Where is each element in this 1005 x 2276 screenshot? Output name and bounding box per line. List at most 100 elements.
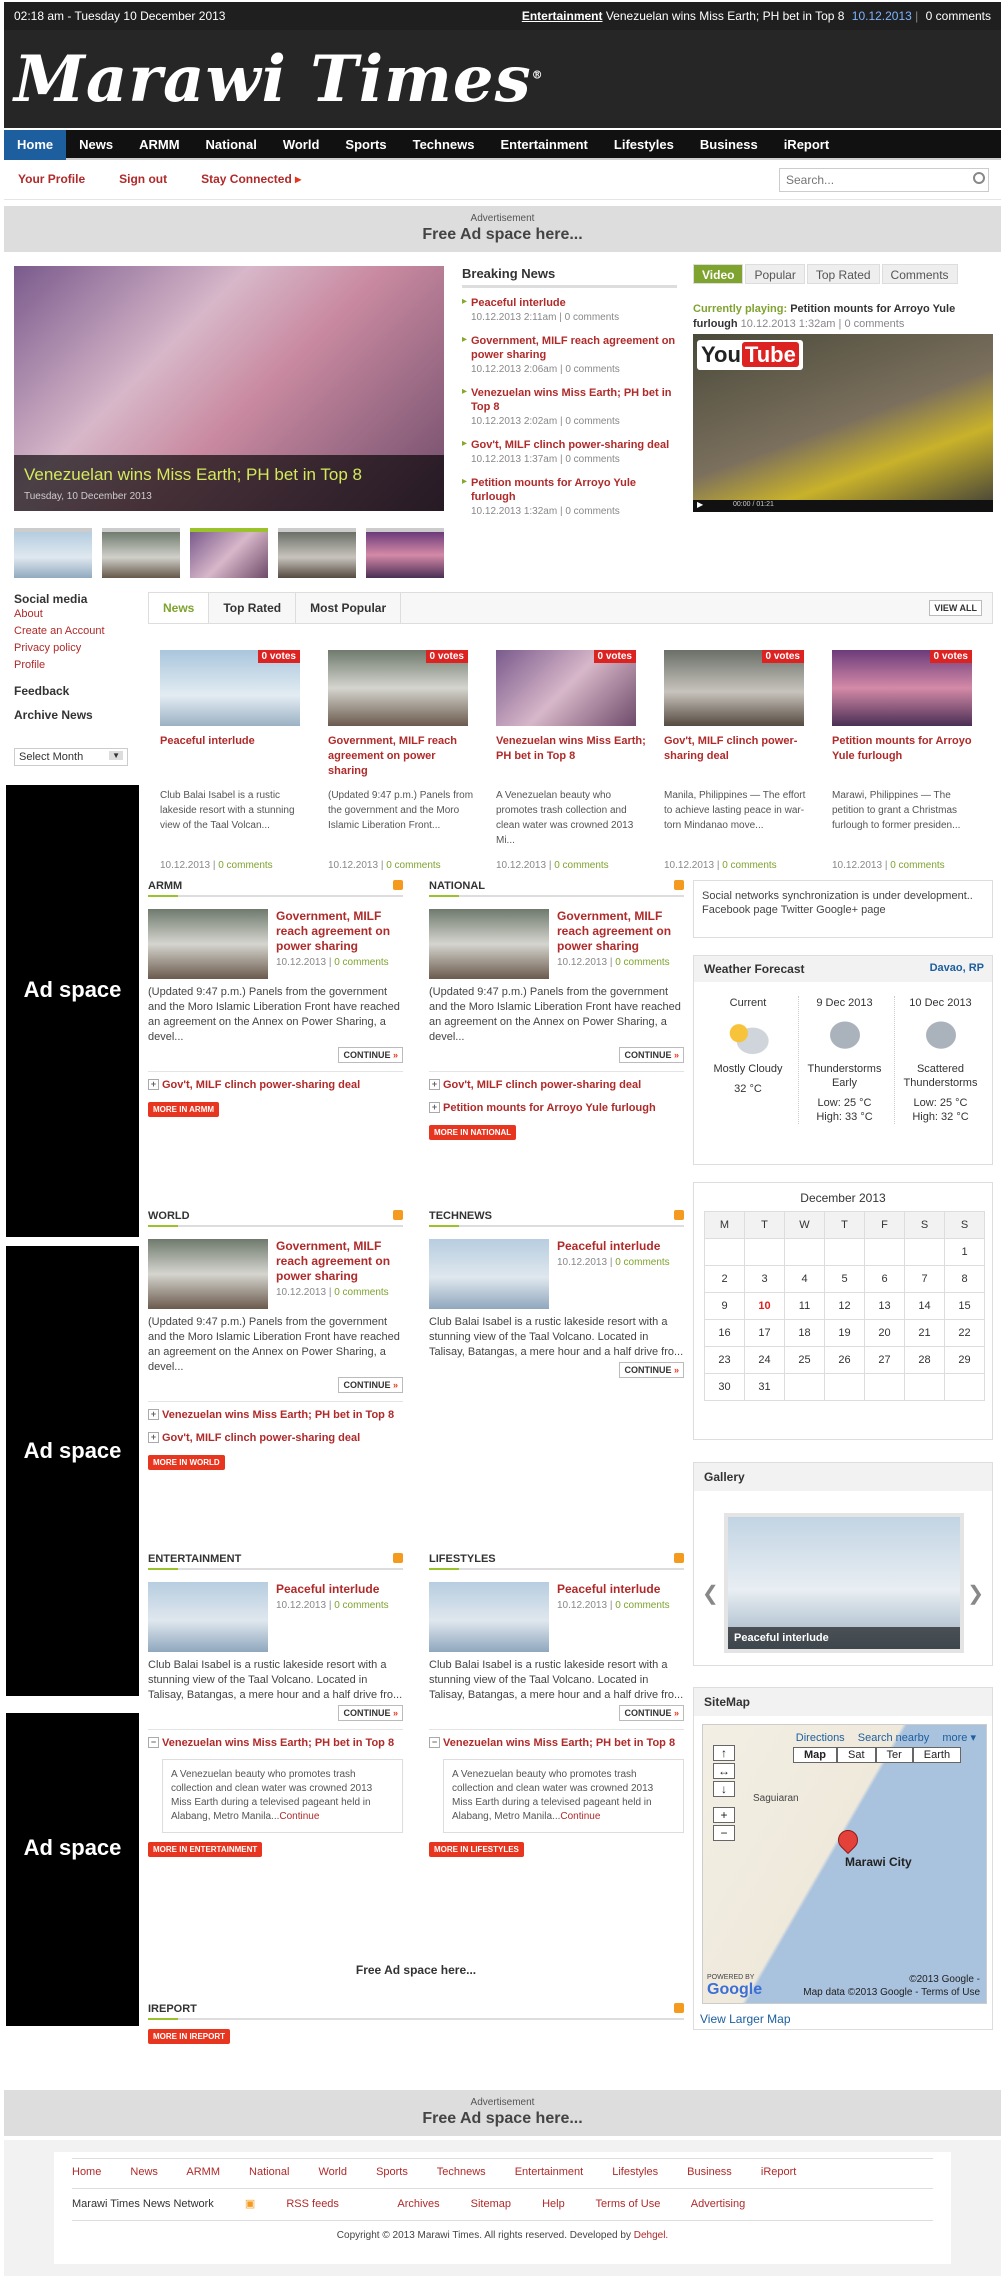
calendar-day[interactable]: 22 bbox=[944, 1319, 985, 1347]
feedback-heading[interactable]: Feedback bbox=[14, 684, 134, 698]
footer-nav-armm[interactable]: ARMM bbox=[186, 2166, 220, 2178]
nav-armm[interactable]: ARMM bbox=[126, 130, 192, 160]
side-ad-block[interactable]: Ad space bbox=[6, 1246, 139, 1696]
calendar-day[interactable]: 13 bbox=[864, 1292, 905, 1320]
sign-out-link[interactable]: Sign out bbox=[119, 172, 167, 186]
map-search-nearby-link[interactable]: Search nearby bbox=[858, 1732, 930, 1744]
story-title[interactable]: Government, MILF reach agreement on powe… bbox=[276, 1239, 403, 1284]
bottom-ad-banner[interactable]: Advertisement Free Ad space here... bbox=[4, 2090, 1001, 2136]
map-copyright-line2[interactable]: Map data ©2013 Google - Terms of Use bbox=[803, 1986, 980, 1999]
footer-nav-business[interactable]: Business bbox=[687, 2166, 732, 2178]
rss-icon[interactable] bbox=[393, 1553, 403, 1563]
section-title[interactable]: WORLD bbox=[148, 1210, 403, 1227]
story-image[interactable] bbox=[148, 909, 268, 979]
breaking-item-title[interactable]: Venezuelan wins Miss Earth; PH bet in To… bbox=[471, 386, 677, 414]
story-comments[interactable]: 0 comments bbox=[615, 1600, 669, 1611]
news-card-comments[interactable]: 0 comments bbox=[890, 860, 944, 871]
related-story-expanded[interactable]: Venezuelan wins Miss Earth; PH bet in To… bbox=[429, 1736, 684, 1751]
section-title[interactable]: ARMM bbox=[148, 880, 403, 897]
more-in-section-button[interactable]: MORE IN IREPORT bbox=[148, 2029, 231, 2044]
news-card-image[interactable]: 0 votes bbox=[328, 650, 468, 726]
calendar-day[interactable]: 29 bbox=[944, 1346, 985, 1374]
map-more-link[interactable]: more ▾ bbox=[942, 1732, 976, 1744]
tab-news[interactable]: News bbox=[149, 593, 210, 623]
footer-nav-national[interactable]: National bbox=[249, 2166, 289, 2178]
calendar-day[interactable]: 18 bbox=[784, 1319, 825, 1347]
news-card-comments[interactable]: 0 comments bbox=[722, 860, 776, 871]
section-title[interactable]: TECHNEWS bbox=[429, 1210, 684, 1227]
nav-lifestyles[interactable]: Lifestyles bbox=[601, 130, 687, 160]
tab-video[interactable]: Video bbox=[693, 264, 744, 284]
nav-business[interactable]: Business bbox=[687, 130, 771, 160]
view-all-button[interactable]: VIEW ALL bbox=[929, 600, 982, 616]
sidebar-link-profile[interactable]: Profile bbox=[14, 657, 134, 674]
breaking-item-title[interactable]: Peaceful interlude bbox=[471, 296, 677, 310]
rss-icon[interactable] bbox=[674, 1553, 684, 1563]
hero-thumb[interactable] bbox=[278, 528, 356, 578]
footer-archives[interactable]: Archives bbox=[397, 2198, 439, 2210]
calendar-day[interactable]: 31 bbox=[744, 1373, 785, 1401]
site-logo[interactable]: Marawi Times® bbox=[14, 42, 544, 117]
continue-button[interactable]: CONTINUE » bbox=[338, 1377, 403, 1393]
news-ticker[interactable]: Entertainment Venezuelan wins Miss Earth… bbox=[522, 9, 991, 23]
hero-thumb-active[interactable] bbox=[190, 528, 268, 578]
section-title[interactable]: NATIONAL bbox=[429, 880, 684, 897]
pan-left-right-icon[interactable]: ↔ bbox=[713, 1763, 735, 1779]
video-player[interactable]: You Tube ▶ 00:00 / 01:21 bbox=[693, 334, 993, 512]
calendar-day[interactable]: 20 bbox=[864, 1319, 905, 1347]
calendar-day[interactable]: 16 bbox=[704, 1319, 745, 1347]
calendar-day[interactable]: 21 bbox=[904, 1319, 945, 1347]
breaking-item-comments[interactable]: 0 comments bbox=[565, 454, 619, 465]
map-directions-link[interactable]: Directions bbox=[796, 1732, 845, 1744]
rss-icon[interactable] bbox=[674, 880, 684, 890]
calendar-day[interactable]: 2 bbox=[704, 1265, 745, 1293]
nav-home[interactable]: Home bbox=[4, 130, 67, 160]
excerpt-continue-link[interactable]: Continue bbox=[279, 1811, 319, 1822]
continue-button[interactable]: CONTINUE » bbox=[619, 1362, 684, 1378]
more-in-section-button[interactable]: MORE IN NATIONAL bbox=[429, 1125, 517, 1140]
map-type-sat[interactable]: Sat bbox=[837, 1747, 876, 1763]
footer-nav-ireport[interactable]: iReport bbox=[761, 2166, 796, 2178]
news-card-title[interactable]: Venezuelan wins Miss Earth; PH bet in To… bbox=[496, 734, 646, 782]
calendar-day[interactable]: 25 bbox=[784, 1346, 825, 1374]
story-comments[interactable]: 0 comments bbox=[615, 1257, 669, 1268]
nav-national[interactable]: National bbox=[193, 130, 270, 160]
related-story[interactable]: Gov't, MILF clinch power-sharing deal bbox=[429, 1078, 684, 1093]
calendar-day[interactable]: 30 bbox=[704, 1373, 745, 1401]
more-in-section-button[interactable]: MORE IN ARMM bbox=[148, 1102, 220, 1117]
breaking-item-title[interactable]: Petition mounts for Arroyo Yule furlough bbox=[471, 476, 677, 504]
footer-terms[interactable]: Terms of Use bbox=[596, 2198, 661, 2210]
footer-nav-home[interactable]: Home bbox=[72, 2166, 101, 2178]
related-story[interactable]: Petition mounts for Arroyo Yule furlough bbox=[429, 1101, 684, 1116]
tab-popular[interactable]: Popular bbox=[745, 264, 805, 284]
continue-button[interactable]: CONTINUE » bbox=[338, 1705, 403, 1721]
hero-title[interactable]: Venezuelan wins Miss Earth; PH bet in To… bbox=[24, 465, 362, 485]
calendar-day[interactable]: 28 bbox=[904, 1346, 945, 1374]
tab-top-rated[interactable]: Top Rated bbox=[806, 264, 880, 284]
story-comments[interactable]: 0 comments bbox=[334, 957, 388, 968]
news-card-title[interactable]: Government, MILF reach agreement on powe… bbox=[328, 734, 478, 782]
video-controls[interactable]: ▶ 00:00 / 01:21 bbox=[693, 500, 993, 512]
calendar-day[interactable]: 27 bbox=[864, 1346, 905, 1374]
news-card-image[interactable]: 0 votes bbox=[664, 650, 804, 726]
news-card-image[interactable]: 0 votes bbox=[160, 650, 300, 726]
news-card-title[interactable]: Gov't, MILF clinch power-sharing deal bbox=[664, 734, 814, 782]
view-larger-map-link[interactable]: View Larger Map bbox=[700, 2012, 791, 2026]
calendar-day[interactable]: 4 bbox=[784, 1265, 825, 1293]
search-icon[interactable] bbox=[973, 172, 985, 184]
weather-location[interactable]: Davao, RP bbox=[930, 962, 984, 974]
related-story-expanded[interactable]: Venezuelan wins Miss Earth; PH bet in To… bbox=[148, 1736, 403, 1751]
related-story[interactable]: Venezuelan wins Miss Earth; PH bet in To… bbox=[148, 1408, 403, 1423]
calendar-day[interactable]: 6 bbox=[864, 1265, 905, 1293]
breaking-item-title[interactable]: Government, MILF reach agreement on powe… bbox=[471, 334, 677, 362]
more-in-section-button[interactable]: MORE IN ENTERTAINMENT bbox=[148, 1842, 263, 1857]
footer-nav-technews[interactable]: Technews bbox=[437, 2166, 486, 2178]
calendar-day[interactable]: 23 bbox=[704, 1346, 745, 1374]
calendar-day-today[interactable]: 10 bbox=[744, 1292, 785, 1320]
inline-ad-text[interactable]: Free Ad space here... bbox=[148, 1963, 684, 1977]
continue-button[interactable]: CONTINUE » bbox=[619, 1047, 684, 1063]
archive-month-select[interactable]: Select Month ▼ bbox=[14, 748, 128, 766]
side-ad-block[interactable]: Ad space bbox=[6, 1713, 139, 2026]
footer-help[interactable]: Help bbox=[542, 2198, 565, 2210]
related-story[interactable]: Gov't, MILF clinch power-sharing deal bbox=[148, 1078, 403, 1093]
